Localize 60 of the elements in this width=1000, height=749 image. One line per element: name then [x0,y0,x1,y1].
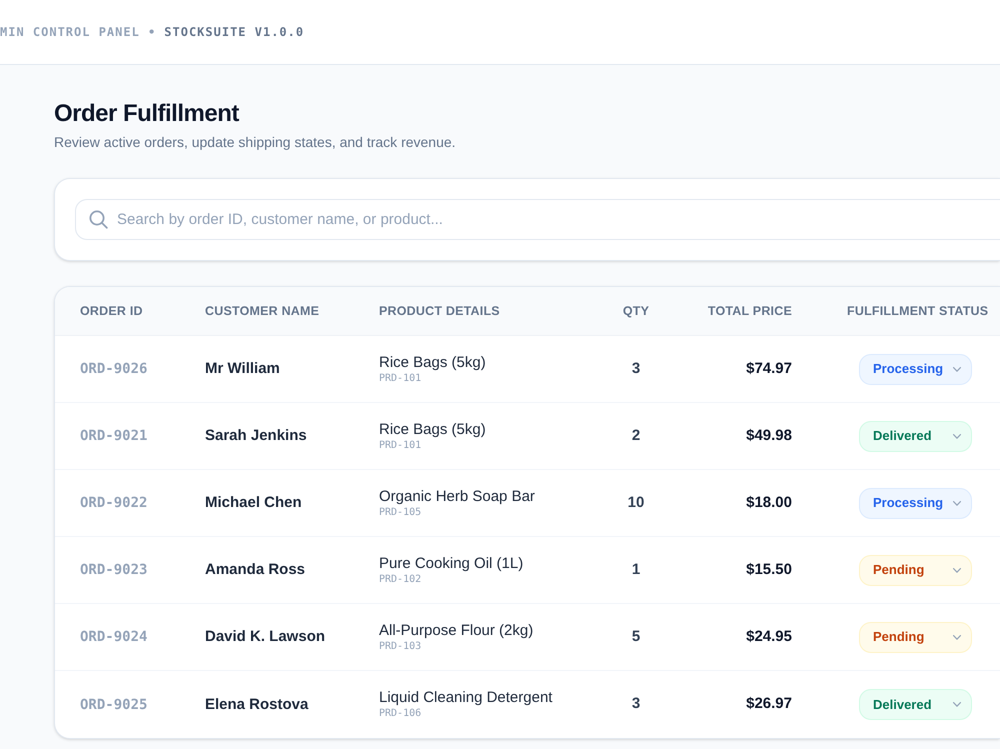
order-id: ORD-9024 [80,629,148,645]
page-subtitle: Review active orders, update shipping states, and track revenue. [54,133,456,152]
chevron-down-icon [953,568,961,572]
chevron-down-icon [953,434,961,438]
status-dropdown[interactable]: Pending [859,622,972,652]
search-icon [89,210,108,229]
total-price: $74.97 [746,358,792,379]
column-header: PRODUCT DETAILS [379,302,500,320]
column-header: FULFILLMENT STATUS [847,302,988,320]
total-price: $18.00 [746,492,792,513]
column-header: ORDER ID [80,302,143,320]
order-id: ORD-9025 [80,696,148,712]
page-title: Order Fulfillment [54,99,239,129]
quantity: 10 [628,492,644,513]
customer-name: Elena Rostova [205,696,308,712]
chevron-down-icon [953,500,961,506]
order-id: ORD-9023 [80,562,148,578]
breadcrumb-text: MIN CONTROL PANEL • [0,24,156,41]
status-dropdown[interactable]: Processing [859,488,972,518]
customer-name: Amanda Ross [205,561,306,578]
quantity: 1 [632,560,640,580]
product-sku: PRD-103 [379,640,422,654]
status-dropdown[interactable]: Pending [859,554,972,586]
customer-name: Sarah Jenkins [205,427,307,444]
product-name: Liquid Cleaning Detergent [379,688,552,707]
product-sku: PRD-102 [379,572,422,586]
column-header: TOTAL PRICE [708,302,792,320]
product-sku: PRD-106 [379,707,422,721]
customer-name: Michael Chen [205,494,302,511]
quantity: 3 [632,358,640,379]
total-price: $15.50 [746,560,792,580]
product-name: Organic Herb Soap Bar [379,486,535,506]
product-name: All-Purpose Flour (2kg) [379,620,534,640]
product-sku: PRD-101 [379,372,422,386]
quantity: 5 [632,626,640,647]
total-price: $49.98 [746,426,792,446]
status-dropdown[interactable]: Delivered [859,420,972,452]
order-id: ORD-9022 [80,495,148,511]
product-sku: PRD-101 [379,438,422,452]
quantity: 3 [632,694,640,714]
product-name: Rice Bags (5kg) [379,420,486,438]
chevron-down-icon [953,634,961,640]
product-name: Rice Bags (5kg) [379,352,486,372]
app-name: STOCKSUITE V1.0.0 [164,24,304,41]
status-dropdown[interactable]: Delivered [859,689,972,720]
status-dropdown[interactable]: Processing [859,354,972,384]
product-sku: PRD-105 [379,506,422,520]
chevron-down-icon [953,366,961,372]
quantity: 2 [632,426,640,446]
total-price: $24.95 [746,626,792,647]
customer-name: David K. Lawson [205,628,326,645]
column-header: QTY [622,302,650,320]
product-name: Pure Cooking Oil (1L) [379,554,524,572]
chevron-down-icon [953,702,961,707]
search-field[interactable]: Search by order ID, customer name, or product... [75,199,1000,240]
order-id: ORD-9021 [80,428,148,444]
column-header: CUSTOMER NAME [205,302,320,320]
order-id: ORD-9026 [80,361,148,377]
customer-name: Mr William [205,360,280,377]
total-price: $26.97 [746,694,792,714]
